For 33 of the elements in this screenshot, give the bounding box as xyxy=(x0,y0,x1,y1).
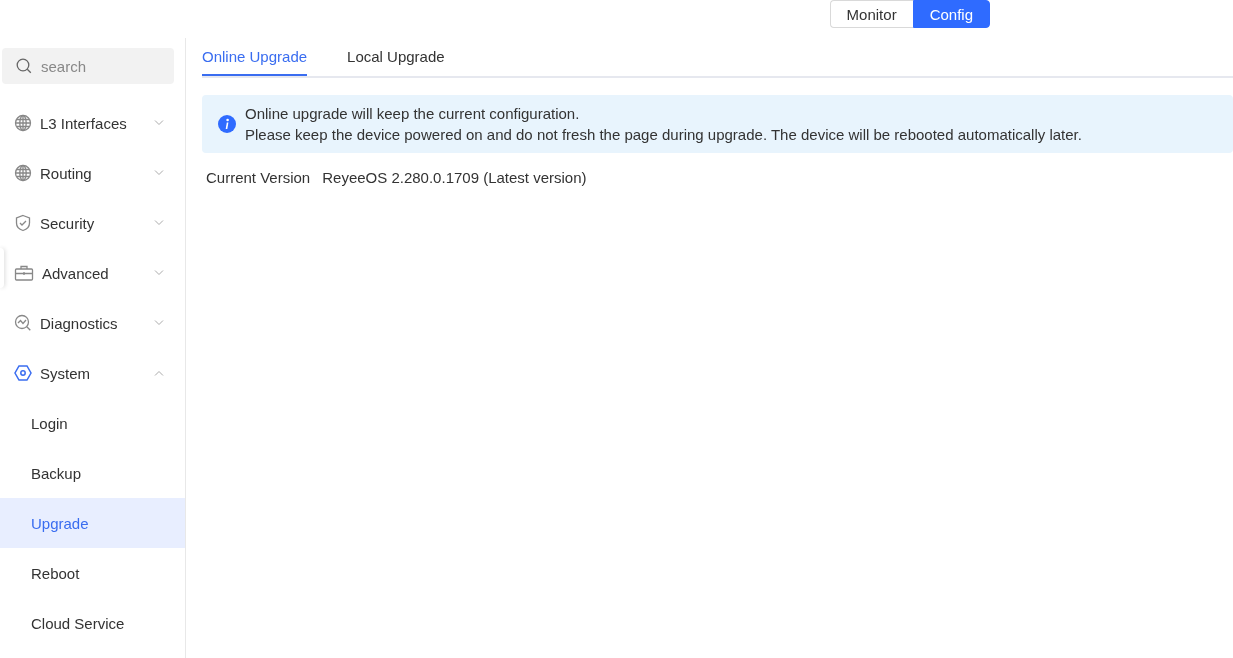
globe-icon xyxy=(14,114,32,132)
submenu-item[interactable]: Upgrade xyxy=(0,498,185,548)
menu-item[interactable]: L3 Interfaces xyxy=(0,98,185,148)
menu-label: System xyxy=(40,364,91,382)
menu-label: Diagnostics xyxy=(40,314,119,332)
tab[interactable]: Online Upgrade xyxy=(202,38,308,76)
notice-text: Please keep the device powered on and do not fresh the page during upgrade. The device will be rebooted automatically later. xyxy=(245,125,1082,145)
info-icon xyxy=(218,115,236,133)
field-label: Current Version xyxy=(206,169,311,186)
notice-text: Online upgrade will keep the current configuration. xyxy=(245,104,581,124)
menu-item[interactable]: Advanced xyxy=(0,248,185,298)
menu-item[interactable]: Routing xyxy=(0,148,185,198)
menu-label: Advanced xyxy=(42,264,110,282)
chart-magnifier-icon xyxy=(14,314,32,332)
menu-label: Security xyxy=(40,214,96,232)
mode-tab[interactable]: Monitor xyxy=(829,0,913,28)
mode-tab[interactable]: Config xyxy=(912,0,990,28)
search-field[interactable]: search xyxy=(2,48,174,84)
submenu-item[interactable]: Login xyxy=(0,398,185,448)
submenu-item[interactable]: Cloud Service xyxy=(0,598,185,648)
globe-icon xyxy=(14,164,32,182)
toolbox-icon xyxy=(14,264,34,282)
submenu-item[interactable]: Backup xyxy=(0,448,185,498)
tab[interactable]: Local Upgrade xyxy=(347,38,445,76)
menu-item[interactable]: Diagnostics xyxy=(0,298,185,348)
menu-label: Routing xyxy=(40,164,93,182)
submenu-item[interactable]: Reboot xyxy=(0,548,185,598)
shield-icon xyxy=(14,214,32,232)
version-value: ReyeeOS 2.280.0.1709 (Latest version) xyxy=(322,169,587,186)
menu-item[interactable]: System xyxy=(0,348,185,398)
hexagon-icon xyxy=(14,364,32,382)
menu-label: L3 Interfaces xyxy=(40,114,128,132)
menu-item[interactable]: Security xyxy=(0,198,185,248)
